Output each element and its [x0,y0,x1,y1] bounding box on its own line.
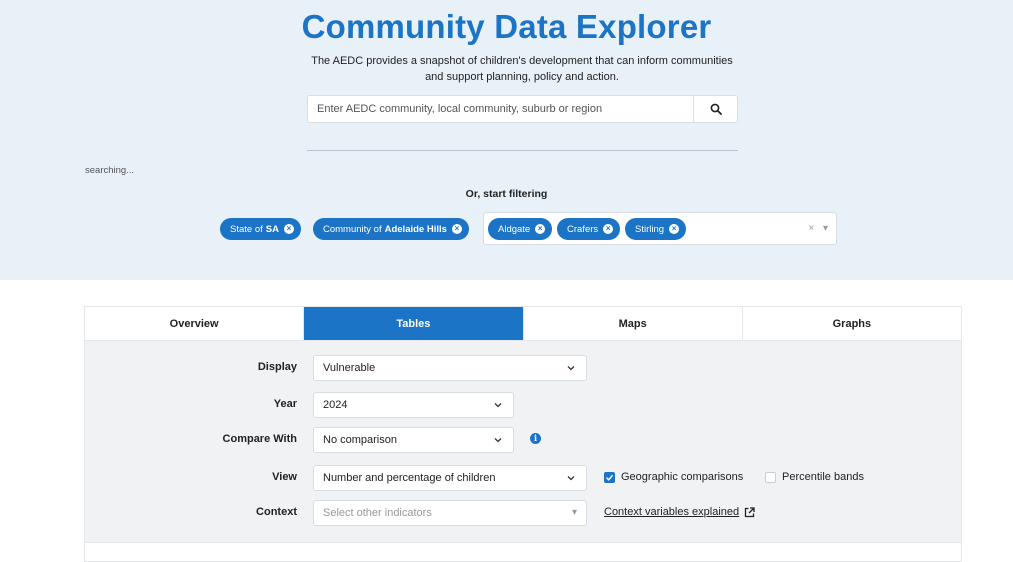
year-select[interactable]: 2024 [313,392,514,418]
search-icon [710,103,722,115]
compare-select[interactable]: No comparison [313,427,514,453]
context-variables-link[interactable]: Context variables explained [604,506,755,518]
checkbox-checked-icon[interactable] [604,471,615,483]
dropdown-caret-icon[interactable]: ▾ [823,223,828,234]
search-status: searching... [85,165,135,176]
remove-icon[interactable]: × [451,224,462,234]
page-subtitle: The AEDC provides a snapshot of children… [311,55,733,83]
percentile-bands-label: Percentile bands [782,471,864,483]
search-bar [307,95,738,123]
tab-tables[interactable]: Tables [304,307,524,340]
year-value: 2024 [323,399,348,411]
view-label: View [272,471,297,483]
search-input[interactable] [308,96,694,122]
chevron-down-icon [567,366,575,371]
checkbox-unchecked-icon[interactable] [765,471,776,483]
community-filter-value: Adelaide Hills [384,223,447,235]
view-select[interactable]: Number and percentage of children [313,465,587,491]
tab-maps[interactable]: Maps [524,307,743,340]
search-button[interactable] [693,96,737,122]
state-filter-value: SA [265,223,279,235]
chevron-down-icon [567,476,575,481]
divider [307,150,738,151]
page-title: Community Data Explorer [301,8,712,45]
display-label: Display [257,361,297,373]
local-filter-pill[interactable]: Crafers × [557,218,621,240]
tab-overview[interactable]: Overview [85,307,305,340]
compare-label: Compare With [222,433,297,445]
community-filter-pill[interactable]: Community of Adelaide Hills × [313,218,469,240]
panel-divider [84,542,962,543]
local-filter-label: Stirling [635,223,665,235]
multiselect-controls[interactable]: × ▾ [808,223,828,234]
remove-icon[interactable]: × [669,224,680,234]
context-select[interactable]: Select other indicators ▾ [313,500,587,526]
compare-value: No comparison [323,434,397,446]
tab-graphs[interactable]: Graphs [743,307,961,340]
display-select[interactable]: Vulnerable [313,355,587,381]
remove-icon[interactable]: × [283,224,294,234]
info-icon[interactable]: i [530,433,541,444]
dropdown-caret-icon: ▾ [571,507,577,518]
display-value: Vulnerable [323,362,376,374]
view-value: Number and percentage of children [323,472,496,484]
context-placeholder: Select other indicators [323,507,432,519]
remove-icon[interactable]: × [603,224,614,234]
state-filter-prefix: State of [230,223,263,235]
state-filter-pill[interactable]: State of SA × [220,218,301,240]
clear-icon[interactable]: × [808,223,814,234]
filter-heading: Or, start filtering [465,188,548,200]
local-filter-label: Crafers [567,223,599,235]
community-filter-prefix: Community of [323,223,382,235]
local-filter-pill[interactable]: Aldgate × [488,218,553,240]
local-filter-pill[interactable]: Stirling × [625,218,687,240]
chevron-down-icon [494,438,502,443]
context-label: Context [256,506,297,518]
year-label: Year [273,398,297,410]
local-filter-label: Aldgate [498,223,531,235]
view-tabs: Overview Tables Maps Graphs [85,307,961,341]
geo-comparisons-label: Geographic comparisons [621,471,744,483]
chevron-down-icon [494,403,502,408]
geo-comparisons-checkbox[interactable]: Geographic comparisons [604,471,743,483]
context-link-label: Context variables explained [604,506,740,518]
remove-icon[interactable]: × [535,224,546,234]
percentile-bands-checkbox[interactable]: Percentile bands [765,471,864,483]
external-link-icon [744,506,755,517]
